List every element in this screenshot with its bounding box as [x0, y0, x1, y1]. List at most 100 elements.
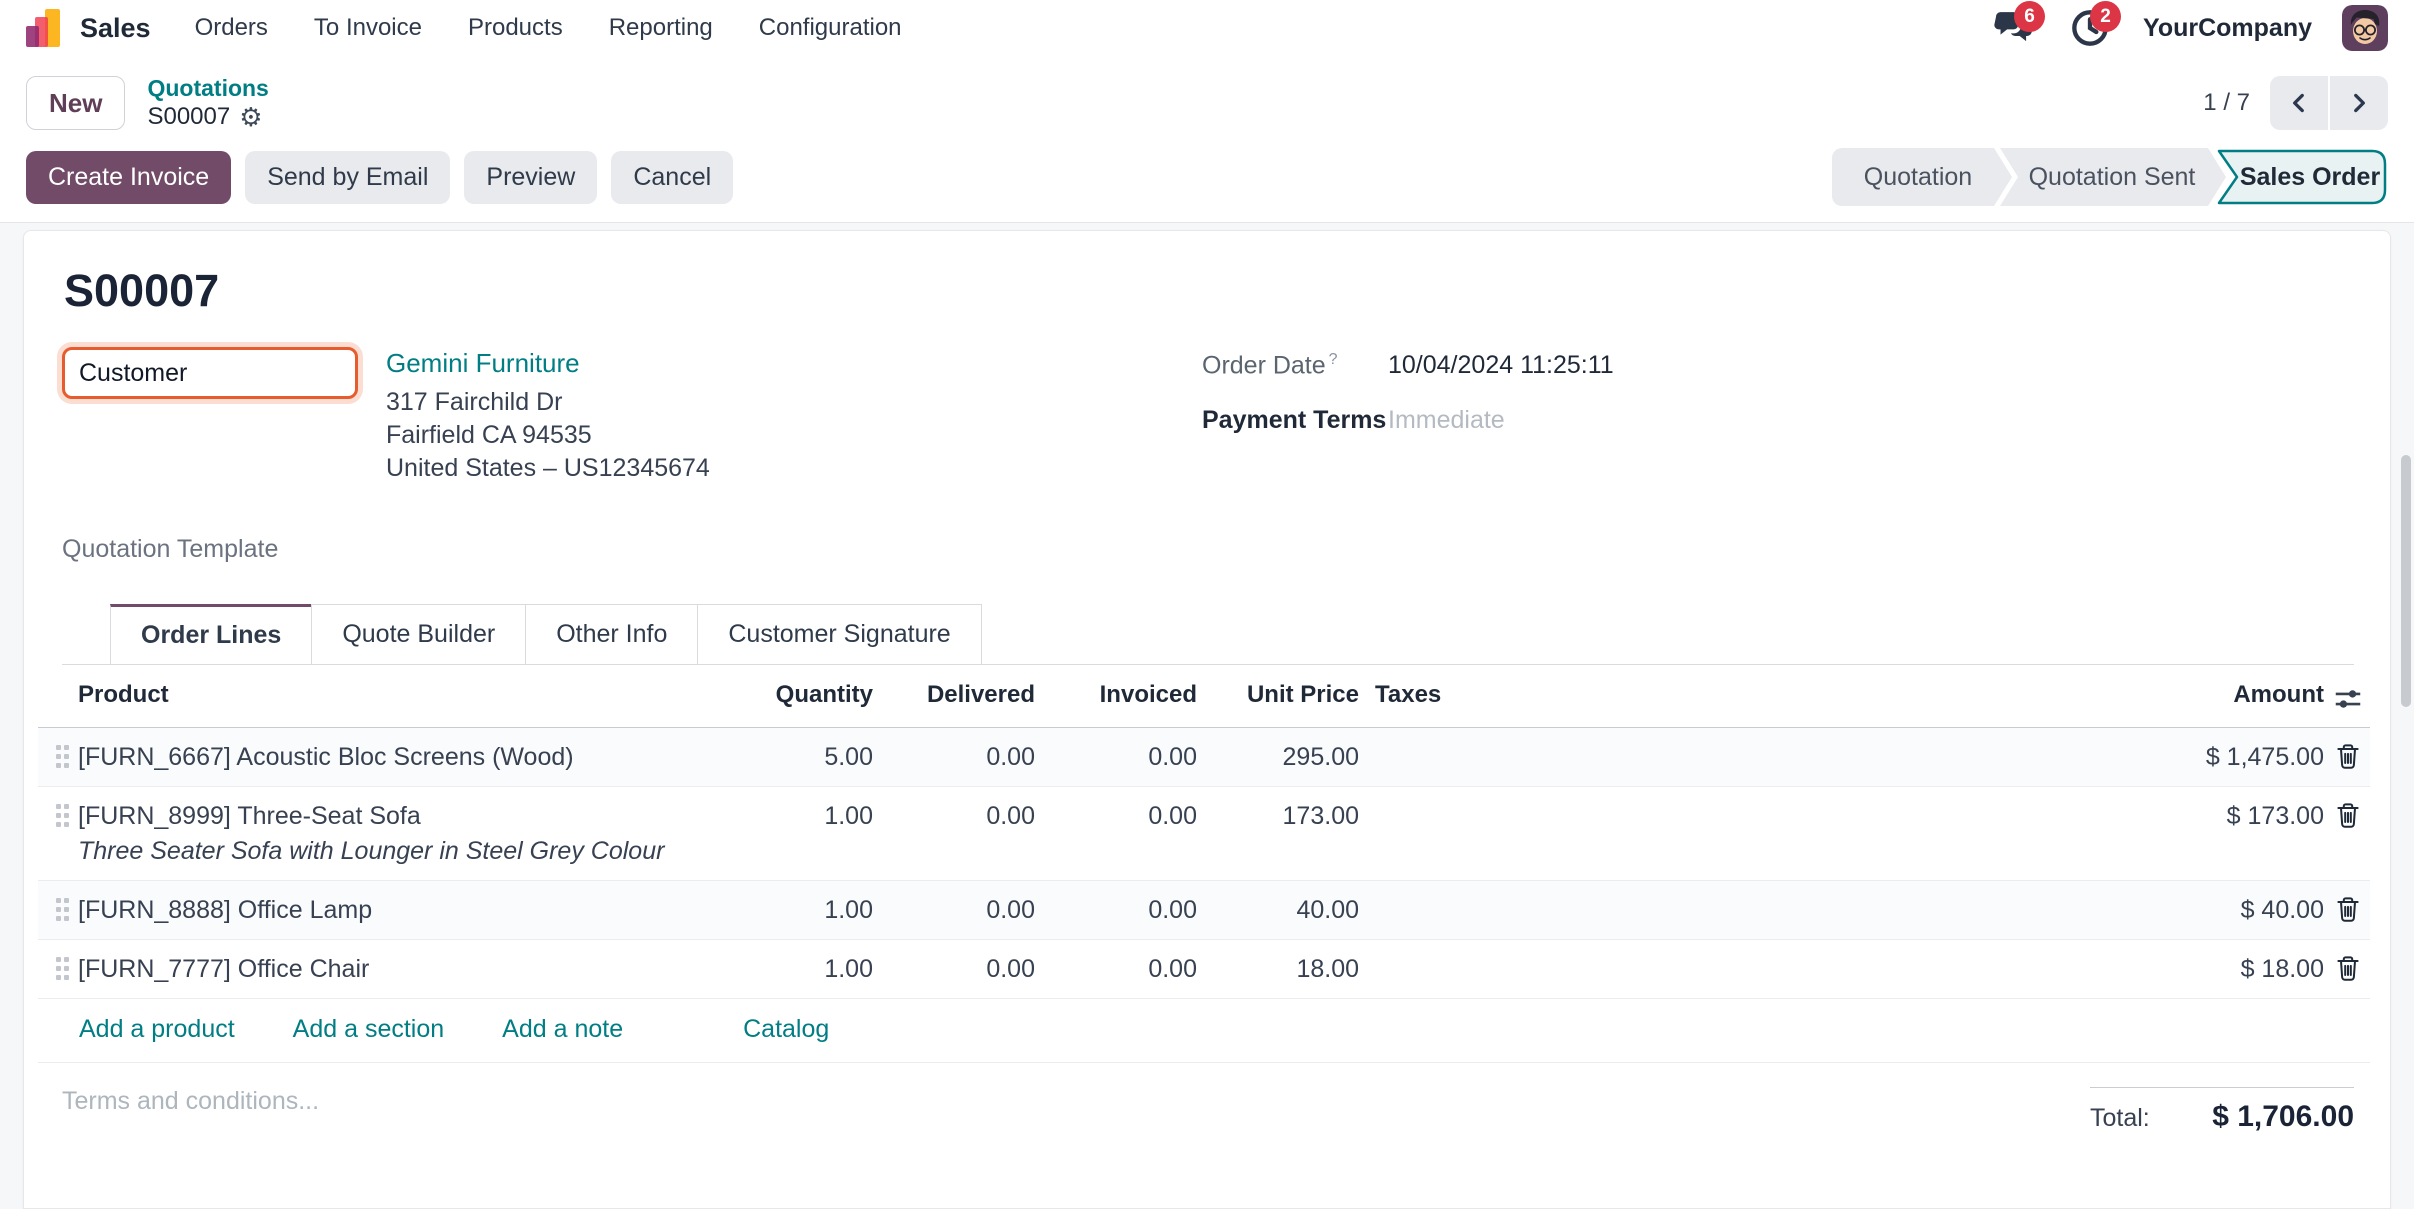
cancel-button[interactable]: Cancel — [611, 151, 733, 204]
cell-taxes[interactable] — [1359, 728, 1839, 754]
cell-product: [FURN_8888] Office Lamp — [78, 881, 723, 939]
delete-row-button[interactable] — [2324, 881, 2372, 936]
order-line-row[interactable]: [FURN_6667] Acoustic Bloc Screens (Wood)… — [38, 728, 2370, 787]
optional-columns-button[interactable] — [2324, 665, 2372, 727]
quotation-template-label[interactable]: Quotation Template — [62, 535, 2354, 564]
page-background: S00007 Customer Gemini Furniture 317 Fai… — [0, 223, 2414, 1209]
cell-invoiced[interactable]: 0.00 — [1035, 728, 1197, 786]
cell-delivered[interactable]: 0.00 — [873, 881, 1035, 939]
order-lines-header: Product Quantity Delivered Invoiced Unit… — [38, 665, 2370, 728]
cell-delivered[interactable]: 0.00 — [873, 787, 1035, 845]
cell-delivered[interactable]: 0.00 — [873, 940, 1035, 998]
col-header-quantity[interactable]: Quantity — [723, 665, 873, 723]
cell-quantity[interactable]: 1.00 — [723, 787, 873, 845]
activities-badge: 2 — [2090, 1, 2121, 32]
pager-next-button[interactable] — [2330, 76, 2388, 130]
order-line-row[interactable]: [FURN_7777] Office Chair 1.00 0.00 0.00 … — [38, 940, 2370, 999]
status-step-quotation-sent[interactable]: Quotation Sent — [2000, 148, 2226, 206]
delete-row-button[interactable] — [2324, 940, 2372, 995]
trash-icon — [2334, 742, 2362, 770]
col-header-delivered[interactable]: Delivered — [873, 665, 1035, 723]
order-line-row[interactable]: [FURN_8999] Three-Seat SofaThree Seater … — [38, 787, 2370, 881]
cell-amount: $ 1,475.00 — [1839, 728, 2324, 786]
order-line-row[interactable]: [FURN_8888] Office Lamp 1.00 0.00 0.00 4… — [38, 881, 2370, 940]
preview-button[interactable]: Preview — [464, 151, 597, 204]
cell-unit-price[interactable]: 295.00 — [1197, 728, 1359, 786]
new-button[interactable]: New — [26, 76, 125, 130]
cell-quantity[interactable]: 1.00 — [723, 881, 873, 939]
cell-delivered[interactable]: 0.00 — [873, 728, 1035, 786]
top-nav: Sales Orders To Invoice Products Reporti… — [0, 0, 2414, 56]
tab-other-info[interactable]: Other Info — [525, 604, 698, 664]
menu-to-invoice[interactable]: To Invoice — [314, 14, 422, 42]
order-lines-table: Product Quantity Delivered Invoiced Unit… — [38, 665, 2370, 1063]
add-a-section-link[interactable]: Add a section — [293, 1015, 445, 1044]
cell-quantity[interactable]: 5.00 — [723, 728, 873, 786]
terms-and-conditions-input[interactable]: Terms and conditions... — [62, 1087, 319, 1134]
create-invoice-button[interactable]: Create Invoice — [26, 151, 231, 204]
cell-invoiced[interactable]: 0.00 — [1035, 940, 1197, 998]
cell-quantity[interactable]: 1.00 — [723, 940, 873, 998]
payment-terms-label: Payment Terms — [1202, 406, 1388, 435]
col-header-invoiced[interactable]: Invoiced — [1035, 665, 1197, 723]
drag-handle[interactable] — [56, 745, 61, 750]
status-step-sales-order-active[interactable]: Sales Order — [2216, 148, 2388, 206]
partner-link[interactable]: Gemini Furniture — [386, 347, 710, 380]
total-value: $ 1,706.00 — [2212, 1100, 2354, 1134]
customer-input[interactable]: Customer — [62, 347, 358, 399]
cell-amount: $ 173.00 — [1839, 787, 2324, 845]
notebook-tabs: Order Lines Quote Builder Other Info Cus… — [62, 604, 2354, 665]
add-a-note-link[interactable]: Add a note — [502, 1015, 623, 1044]
order-date-value[interactable]: 10/04/2024 11:25:11 — [1388, 351, 1614, 380]
col-header-product[interactable]: Product — [78, 665, 723, 723]
cell-unit-price[interactable]: 173.00 — [1197, 787, 1359, 845]
drag-handle[interactable] — [56, 957, 61, 962]
partner-address-line: Fairfield CA 94535 — [386, 419, 710, 452]
cell-unit-price[interactable]: 18.00 — [1197, 940, 1359, 998]
company-switcher[interactable]: YourCompany — [2143, 14, 2312, 43]
menu-configuration[interactable]: Configuration — [759, 14, 902, 42]
order-date-label: Order Date? — [1202, 351, 1388, 380]
cell-invoiced[interactable]: 0.00 — [1035, 787, 1197, 845]
col-header-unit-price[interactable]: Unit Price — [1197, 665, 1359, 723]
col-header-amount[interactable]: Amount — [1839, 665, 2324, 723]
order-date-field: Order Date? 10/04/2024 11:25:11 — [1202, 351, 2354, 380]
tab-customer-signature[interactable]: Customer Signature — [697, 604, 981, 664]
cell-taxes[interactable] — [1359, 881, 1839, 907]
app-brand[interactable]: Sales — [80, 13, 151, 44]
nav-right: 6 2 YourCompany — [1991, 5, 2388, 51]
messages-button[interactable]: 6 — [1991, 5, 2037, 51]
payment-terms-value[interactable]: Immediate — [1388, 406, 1505, 435]
activities-button[interactable]: 2 — [2067, 5, 2113, 51]
order-lines-footer-links: Add a product Add a section Add a note C… — [38, 999, 2370, 1063]
cell-amount: $ 18.00 — [1839, 940, 2324, 998]
sales-app-logo-icon[interactable] — [26, 6, 64, 50]
menu-products[interactable]: Products — [468, 14, 563, 42]
form-sheet: S00007 Customer Gemini Furniture 317 Fai… — [23, 230, 2391, 1209]
cell-taxes[interactable] — [1359, 940, 1839, 966]
status-step-quotation[interactable]: Quotation — [1832, 148, 2012, 206]
tab-order-lines[interactable]: Order Lines — [110, 604, 312, 664]
scrollbar-thumb[interactable] — [2401, 455, 2411, 707]
menu-orders[interactable]: Orders — [195, 14, 268, 42]
drag-handle[interactable] — [56, 804, 61, 809]
col-header-taxes[interactable]: Taxes — [1359, 665, 1839, 723]
send-by-email-button[interactable]: Send by Email — [245, 151, 450, 204]
delete-row-button[interactable] — [2324, 787, 2372, 842]
user-avatar[interactable] — [2342, 5, 2388, 51]
add-a-product-link[interactable]: Add a product — [79, 1015, 235, 1044]
pager-previous-button[interactable] — [2270, 76, 2328, 130]
tab-quote-builder[interactable]: Quote Builder — [311, 604, 526, 664]
delete-row-button[interactable] — [2324, 728, 2372, 783]
menu-reporting[interactable]: Reporting — [609, 14, 713, 42]
trash-icon — [2334, 954, 2362, 982]
breadcrumb: Quotations S00007 ⚙ — [147, 74, 268, 133]
gear-icon[interactable]: ⚙ — [239, 104, 262, 130]
partner-address-line: United States – US12345674 — [386, 452, 710, 485]
cell-invoiced[interactable]: 0.00 — [1035, 881, 1197, 939]
catalog-link[interactable]: Catalog — [743, 1015, 829, 1044]
cell-taxes[interactable] — [1359, 787, 1839, 813]
cell-unit-price[interactable]: 40.00 — [1197, 881, 1359, 939]
drag-handle[interactable] — [56, 898, 61, 903]
breadcrumb-quotations-link[interactable]: Quotations — [147, 74, 268, 103]
